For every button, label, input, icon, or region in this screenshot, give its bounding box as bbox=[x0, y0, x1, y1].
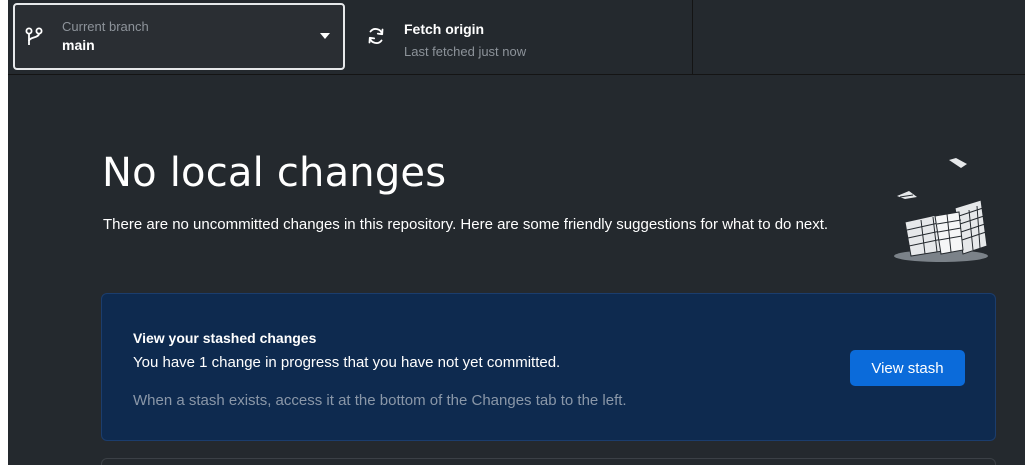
stash-suggestion-card: View your stashed changes You have 1 cha… bbox=[101, 293, 996, 441]
stash-card-hint: When a stash exists, access it at the bo… bbox=[133, 392, 627, 409]
git-branch-icon bbox=[25, 27, 43, 45]
toolbar: Current branch main Fetch origin Last fe… bbox=[8, 0, 1025, 75]
fetch-origin-title: Fetch origin bbox=[404, 21, 485, 37]
next-suggestion-card bbox=[101, 458, 996, 465]
sync-icon bbox=[368, 28, 384, 44]
app-window: Current branch main Fetch origin Last fe… bbox=[8, 0, 1025, 465]
stash-card-title: View your stashed changes bbox=[133, 330, 317, 346]
current-branch-name: main bbox=[62, 37, 95, 53]
fetch-origin-button[interactable]: Fetch origin Last fetched just now bbox=[347, 0, 693, 75]
current-branch-dropdown[interactable]: Current branch main bbox=[13, 3, 345, 70]
view-stash-button[interactable]: View stash bbox=[850, 350, 965, 386]
current-branch-label: Current branch bbox=[62, 19, 149, 34]
chevron-down-icon bbox=[320, 33, 330, 39]
page-description: There are no uncommitted changes in this… bbox=[103, 216, 829, 233]
last-fetched-status: Last fetched just now bbox=[404, 44, 527, 59]
page-title: No local changes bbox=[102, 150, 447, 196]
paper-stack-illustration bbox=[894, 158, 988, 262]
stash-card-description: You have 1 change in progress that you h… bbox=[133, 354, 561, 371]
